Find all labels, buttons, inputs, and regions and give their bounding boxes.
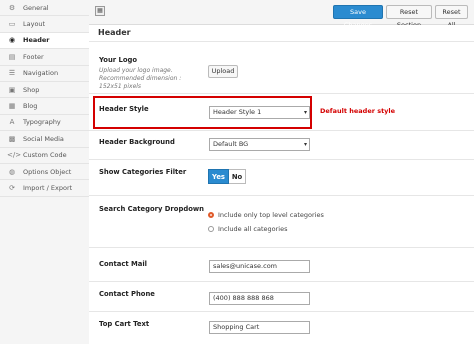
sidebar-item-custom-code[interactable]: </> Custom Code [0, 148, 89, 164]
contact-mail-label: Contact Mail [99, 260, 147, 268]
header-style-label: Header Style [99, 105, 149, 113]
logo-label: Your Logo [99, 56, 138, 64]
search-category-label: Search Category Dropdown [99, 205, 204, 213]
sidebar-item-label: Footer [23, 52, 44, 61]
panel-toggle-icon[interactable]: ▦ [95, 6, 105, 16]
header-style-annotation: Default header style [320, 107, 396, 115]
search-category-option-all[interactable]: Include all categories [208, 225, 287, 233]
contact-mail-field[interactable]: sales@unicase.com [209, 260, 310, 273]
search-category-option-top-level[interactable]: Include only top level categories [208, 211, 324, 219]
blog-icon: ▦ [8, 102, 16, 111]
sidebar-item-label: Header [23, 36, 50, 45]
sidebar-item-label: Navigation [23, 69, 59, 78]
sidebar-item-blog[interactable]: ▦ Blog [0, 98, 89, 115]
sidebar-item-import-export[interactable]: ⟳ Import / Export [0, 180, 89, 197]
categories-filter-yes-button[interactable]: Yes [208, 169, 229, 184]
sidebar-item-label: Custom Code [23, 151, 67, 160]
import-export-icon: ⟳ [9, 183, 15, 192]
code-icon: </> [7, 151, 22, 160]
gear-icon: ⚙ [8, 3, 16, 12]
sidebar-item-label: Social Media [23, 134, 64, 143]
reset-all-button[interactable]: Reset All [435, 5, 468, 29]
contact-phone-label: Contact Phone [99, 290, 155, 298]
sidebar-item-layout[interactable]: ▭ Layout [0, 16, 89, 33]
sidebar-item-label: Typography [23, 118, 61, 127]
divider [89, 159, 474, 160]
sidebar-item-footer[interactable]: ▤ Footer [0, 49, 89, 66]
radio-unchecked-icon[interactable] [208, 226, 214, 232]
top-cart-text-field[interactable]: Shopping Cart [209, 321, 310, 334]
options-object-icon: ◍ [8, 167, 16, 176]
divider [89, 130, 474, 131]
sidebar-item-header[interactable]: ◉ Header [0, 32, 90, 50]
sidebar-item-general[interactable]: ⚙ General [0, 0, 89, 17]
sidebar-item-typography[interactable]: A Typography [0, 115, 89, 132]
options-toolbar: ▦ Save Changes Reset Section Reset All [89, 0, 474, 29]
header-icon: ◉ [8, 36, 16, 45]
title-divider [89, 41, 474, 42]
categories-filter-no-button[interactable]: No [229, 169, 246, 184]
header-style-value: Header Style 1 [213, 108, 262, 116]
divider [89, 93, 474, 94]
options-panel: Header Your Logo Upload your logo image.… [89, 25, 474, 344]
navigation-icon: ☰ [8, 69, 16, 78]
radio-checked-icon[interactable] [208, 212, 214, 218]
sidebar-item-label: Shop [23, 85, 40, 94]
sidebar-item-shop[interactable]: ▣ Shop [0, 82, 89, 99]
categories-filter-toggle: Yes No [208, 169, 246, 184]
section-title: Header [98, 28, 131, 37]
chevron-down-icon: ▾ [303, 141, 307, 148]
search-category-option-label: Include all categories [218, 225, 288, 233]
sidebar-item-navigation[interactable]: ☰ Navigation [0, 66, 89, 82]
header-background-label: Header Background [99, 138, 175, 146]
categories-filter-label: Show Categories Filter [99, 168, 187, 176]
sidebar: ⚙ General ▭ Layout ◉ Header ▤ Footer ☰ Navigation… [0, 0, 90, 344]
sidebar-item-label: Import / Export [23, 183, 73, 192]
chevron-down-icon: ▾ [303, 109, 307, 116]
reset-section-button[interactable]: Reset Section [386, 5, 432, 29]
sidebar-item-label: Blog [23, 102, 38, 111]
header-style-select[interactable]: Header Style 1 ▾ [209, 106, 310, 119]
sidebar-item-label: Options Object [23, 167, 72, 176]
shop-icon: ▣ [8, 85, 16, 94]
logo-description: Upload your logo image. Recommended dime… [99, 67, 182, 90]
social-media-icon: ▩ [8, 134, 16, 143]
logo-upload-button[interactable]: Upload [208, 65, 238, 78]
divider [89, 247, 474, 248]
contact-phone-field[interactable]: (400) 888 888 868 [209, 292, 310, 305]
layout-icon: ▭ [8, 20, 16, 29]
sidebar-item-label: General [23, 3, 49, 12]
footer-icon: ▤ [8, 52, 16, 61]
sidebar-item-options-object[interactable]: ◍ Options Object [0, 164, 89, 181]
top-cart-text-label: Top Cart Text [99, 320, 150, 328]
search-category-option-label: Include only top level categories [218, 211, 324, 219]
divider [89, 195, 474, 196]
typography-icon: A [9, 118, 15, 127]
divider [89, 311, 474, 312]
divider [89, 281, 474, 282]
sidebar-item-label: Layout [23, 20, 46, 29]
sidebar-item-social-media[interactable]: ▩ Social Media [0, 131, 89, 148]
header-background-value: Default BG [213, 140, 249, 148]
save-changes-button[interactable]: Save Changes [333, 5, 383, 29]
header-background-select[interactable]: Default BG ▾ [209, 138, 310, 151]
